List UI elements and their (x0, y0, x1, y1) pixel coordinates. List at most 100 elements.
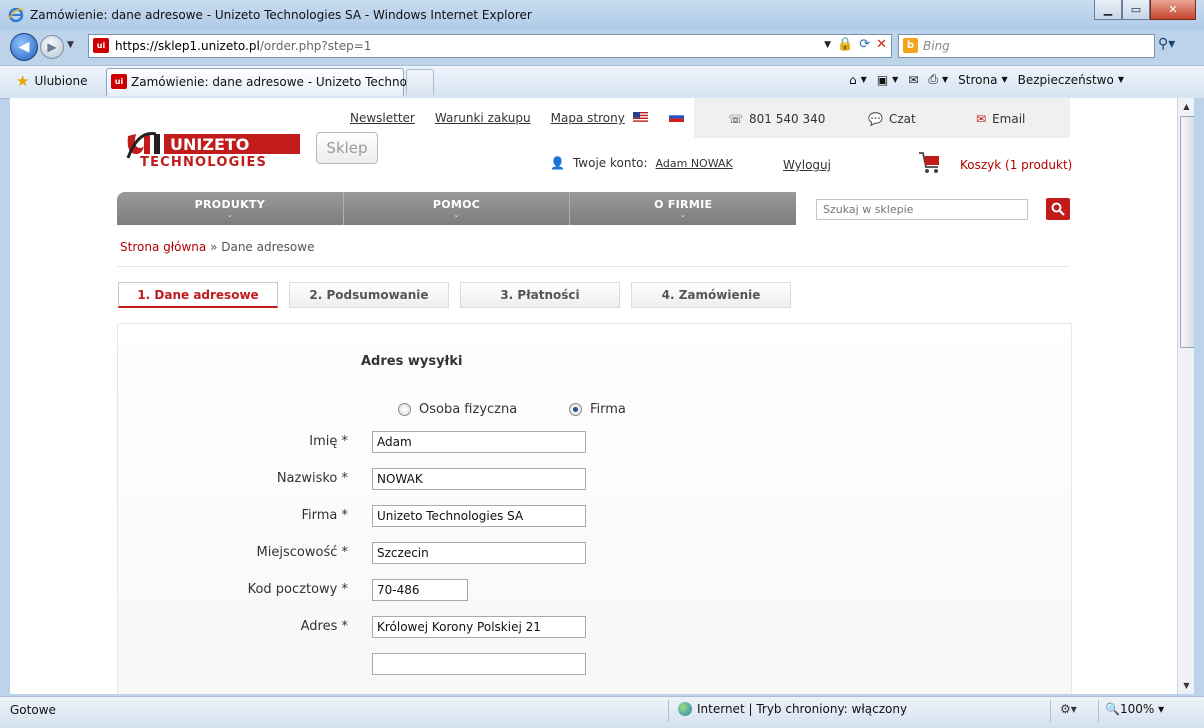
address-text[interactable]: https://sklep1.unizeto.pl/order.php?step… (115, 39, 371, 53)
home-button[interactable]: ⌂ ▼ (849, 73, 867, 87)
breadcrumb-current: Dane adresowe (221, 240, 315, 254)
cart-link[interactable]: Koszyk (1 produkt) (960, 158, 1072, 172)
safety-menu[interactable]: Bezpieczeństwo ▼ (1018, 73, 1124, 87)
browser-tab[interactable]: ui Zamówienie: dane adresowe - Unizeto T… (106, 68, 429, 96)
radio-button[interactable] (398, 403, 411, 416)
protected-mode-icon[interactable]: ⚙▾ (1060, 702, 1077, 716)
zoom-level[interactable]: 🔍100% ▾ (1105, 702, 1164, 716)
forward-button[interactable]: ▶ (40, 35, 64, 59)
radio-button-selected[interactable] (569, 403, 582, 416)
favorites-label: Ulubione (34, 74, 88, 88)
breadcrumb-home-link[interactable]: Strona główna (120, 240, 206, 254)
history-dropdown-icon[interactable]: ▼ (67, 40, 74, 50)
step-address[interactable]: 1. Dane adresowe (118, 282, 278, 308)
security-zone[interactable]: Internet | Tryb chroniony: włączony (678, 702, 907, 716)
chevron-down-icon: ▼ (1001, 75, 1008, 84)
mail-button[interactable]: ✉ (908, 73, 918, 87)
user-icon: 👤 (550, 156, 565, 170)
step-order[interactable]: 4. Zamówienie (631, 282, 791, 308)
stop-icon[interactable]: ✕ (876, 37, 887, 52)
lock-icon[interactable]: 🔒 (837, 37, 853, 52)
home-icon: ⌂ (849, 72, 857, 87)
logo-text-top: UNIZETO (170, 135, 249, 154)
page-viewport: UNIZETO TECHNOLOGIES Sklep Newsletter Wa… (10, 98, 1177, 694)
account-info: 👤 Twoje konto: Adam NOWAK (550, 156, 733, 170)
address-line2-input[interactable] (372, 653, 586, 675)
close-button[interactable]: ✕ (1150, 0, 1196, 20)
email-contact[interactable]: ✉ Email (976, 112, 1025, 126)
russian-flag-icon[interactable] (669, 112, 684, 122)
chevron-down-icon: ⌄ (453, 211, 460, 219)
refresh-icon[interactable]: ⟳ (859, 37, 870, 52)
account-user-link[interactable]: Adam NOWAK (656, 157, 733, 170)
nav-pomoc[interactable]: POMOC ⌄ (344, 192, 571, 225)
site-favicon-icon: ui (93, 38, 109, 53)
browser-search-box[interactable]: b Bing (898, 34, 1155, 58)
shop-search-button[interactable] (1046, 198, 1070, 220)
last-name-input[interactable] (372, 468, 586, 490)
favorites-button[interactable]: ★ Ulubione (16, 72, 87, 90)
safety-menu-label: Bezpieczeństwo (1017, 72, 1114, 87)
feeds-button[interactable]: ▣ ▼ (877, 73, 899, 87)
status-separator (1050, 700, 1051, 722)
status-text: Gotowe (10, 703, 56, 717)
email-label: Email (992, 112, 1026, 126)
cart-icon[interactable] (918, 150, 942, 176)
last-name-label: Nazwisko * (276, 471, 348, 486)
radio-private-person[interactable]: Osoba fizyczna (398, 402, 517, 417)
step-payment[interactable]: 3. Płatności (460, 282, 620, 308)
internet-explorer-icon (8, 7, 24, 23)
unizeto-logo[interactable]: UNIZETO TECHNOLOGIES (126, 128, 301, 168)
security-zone-label: Internet | Tryb chroniony: włączony (697, 702, 908, 716)
scroll-down-arrow-icon[interactable]: ▼ (1178, 677, 1195, 694)
zoom-icon: 🔍 (1105, 702, 1120, 716)
chevron-down-icon: ▼ (1117, 75, 1124, 84)
phone-number: 801 540 340 (749, 112, 826, 126)
vertical-scrollbar[interactable]: ▲ ▼ (1177, 98, 1195, 694)
chat-icon: 💬 (868, 112, 883, 126)
print-button[interactable]: ⎙ ▼ (928, 72, 948, 87)
address-input[interactable] (372, 616, 586, 638)
address-bar[interactable]: ui https://sklep1.unizeto.pl/order.php?s… (88, 34, 892, 58)
english-flag-icon[interactable] (633, 112, 648, 122)
newsletter-link[interactable]: Newsletter (350, 111, 415, 125)
email-icon: ✉ (976, 112, 987, 126)
back-button[interactable]: ◀ (10, 33, 38, 61)
shop-search-input[interactable] (816, 199, 1028, 220)
chat-label: Czat (888, 112, 916, 126)
new-tab-button[interactable] (406, 69, 434, 95)
step-summary[interactable]: 2. Podsumowanie (289, 282, 449, 308)
city-label: Miejscowość * (256, 545, 348, 560)
postal-code-label: Kod pocztowy * (247, 582, 348, 597)
logo-text-bottom: TECHNOLOGIES (140, 155, 267, 168)
page-menu[interactable]: Strona ▼ (958, 73, 1007, 87)
address-label: Adres * (300, 619, 348, 634)
arrow-left-icon: ◀ (18, 39, 30, 55)
scroll-up-arrow-icon[interactable]: ▲ (1178, 98, 1195, 115)
postal-code-input[interactable] (372, 579, 468, 601)
address-dropdown-icon[interactable]: ▼ (824, 40, 831, 50)
globe-icon (678, 702, 692, 716)
company-input[interactable] (372, 505, 586, 527)
radio-company[interactable]: Firma (569, 402, 626, 417)
city-input[interactable] (372, 542, 586, 564)
url-host: https://sklep1.unizeto.pl (115, 39, 260, 53)
top-links: Newsletter Warunki zakupu Mapa strony (350, 111, 625, 125)
first-name-input[interactable] (372, 431, 586, 453)
window-titlebar: Zamówienie: dane adresowe - Unizeto Tech… (0, 0, 1204, 30)
logout-link[interactable]: Wyloguj (783, 158, 831, 172)
sitemap-link[interactable]: Mapa strony (551, 111, 625, 125)
nav-o-firmie[interactable]: O FIRMIE ⌄ (570, 192, 796, 225)
account-label: Twoje konto: (572, 156, 648, 170)
phone-contact[interactable]: ☏ 801 540 340 (728, 112, 825, 126)
terms-link[interactable]: Warunki zakupu (435, 111, 531, 125)
search-icon[interactable]: ⚲▾ (1158, 36, 1175, 52)
main-navigation: PRODUKTY ⌄ POMOC ⌄ O FIRMIE ⌄ (117, 192, 796, 225)
nav-produkty-label: PRODUKTY (194, 198, 265, 211)
maximize-button[interactable]: ▭ (1122, 0, 1150, 20)
minimize-button[interactable]: ▁ (1094, 0, 1122, 20)
chat-contact[interactable]: 💬 Czat (868, 112, 916, 126)
scrollbar-thumb[interactable] (1180, 116, 1195, 348)
sklep-button[interactable]: Sklep (316, 132, 378, 164)
nav-produkty[interactable]: PRODUKTY ⌄ (117, 192, 344, 225)
